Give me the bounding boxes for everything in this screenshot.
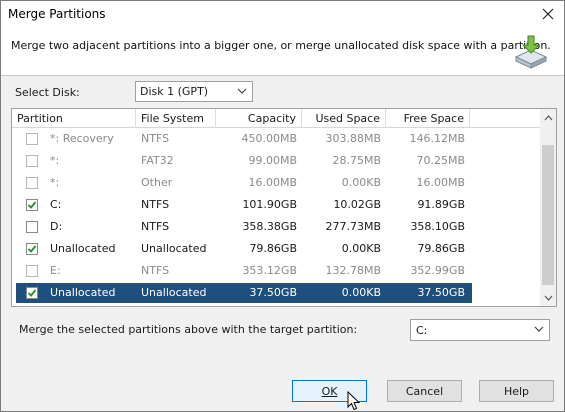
scroll-down-button[interactable] — [540, 289, 556, 306]
merge-partitions-dialog: Merge Partitions Merge two adjacent part… — [0, 0, 565, 412]
column-header-partition[interactable]: Partition — [12, 109, 136, 128]
row-checkbox — [26, 265, 38, 277]
chevron-down-icon — [237, 88, 247, 94]
table-header: Partition File System Capacity Used Spac… — [12, 109, 541, 128]
dialog-header: Merge two adjacent partitions into a big… — [1, 28, 564, 76]
scroll-up-button[interactable] — [540, 109, 556, 126]
used-space-cell: 277.73MB — [325, 220, 381, 233]
help-button[interactable]: Help — [479, 380, 554, 402]
check-icon — [27, 289, 37, 297]
partition-table: Partition File System Capacity Used Spac… — [11, 108, 557, 307]
vertical-scrollbar[interactable] — [540, 109, 556, 306]
column-header-used-space[interactable]: Used Space — [302, 109, 386, 128]
free-space-cell: 358.10GB — [410, 220, 465, 233]
used-space-cell: 132.78MB — [325, 264, 381, 277]
used-space-cell: 0.00KB — [341, 242, 381, 255]
dialog-description: Merge two adjacent partitions into a big… — [11, 39, 551, 52]
title-bar: Merge Partitions — [1, 1, 564, 28]
scroll-down-icon — [544, 295, 552, 301]
free-space-cell: 352.99GB — [410, 264, 465, 277]
capacity-cell: 99.00MB — [248, 154, 297, 167]
file-system-cell: NTFS — [141, 132, 170, 145]
row-checkbox[interactable] — [26, 287, 38, 299]
partition-name-cell: E: — [50, 264, 61, 277]
help-button-label: Help — [503, 384, 530, 398]
file-system-cell: Unallocated — [141, 286, 207, 299]
row-checkbox — [26, 155, 38, 167]
free-space-cell: 70.25MB — [416, 154, 465, 167]
row-checkbox[interactable] — [26, 199, 38, 211]
partition-name-cell: *: — [50, 176, 60, 189]
used-space-cell: 303.88MB — [325, 132, 381, 145]
free-space-cell: 16.00MB — [416, 176, 465, 189]
row-checkbox[interactable] — [26, 243, 38, 255]
free-space-cell: 146.12MB — [409, 132, 465, 145]
cancel-button[interactable]: Cancel — [387, 380, 462, 402]
file-system-cell: Other — [141, 176, 173, 189]
ok-button-label: OK — [321, 384, 338, 398]
used-space-cell: 10.02GB — [333, 198, 381, 211]
row-checkbox — [26, 133, 38, 145]
target-partition-value: C: — [416, 323, 428, 337]
row-checkbox[interactable] — [26, 221, 38, 233]
table-row[interactable]: *: FAT32 99.00MB 28.75MB 70.25MB — [12, 150, 541, 172]
partition-name-cell: Unallocated — [50, 242, 116, 255]
partition-name-cell: *: — [50, 154, 60, 167]
table-row[interactable]: C: NTFS 101.90GB 10.02GB 91.89GB — [12, 194, 541, 216]
disk-select[interactable]: Disk 1 (GPT) — [135, 81, 253, 102]
capacity-cell: 37.50GB — [249, 286, 297, 299]
partition-name-cell: C: — [50, 198, 62, 211]
capacity-cell: 358.38GB — [242, 220, 297, 233]
table-row[interactable]: Unallocated Unallocated 37.50GB 0.00KB 37.50… — [12, 282, 541, 304]
file-system-cell: NTFS — [141, 198, 170, 211]
chevron-down-icon — [534, 326, 544, 332]
file-system-cell: NTFS — [141, 264, 170, 277]
scroll-up-icon — [544, 114, 552, 120]
scrollbar-thumb[interactable] — [542, 145, 554, 285]
merge-disk-icon — [514, 35, 548, 69]
file-system-cell: NTFS — [141, 220, 170, 233]
capacity-cell: 353.12GB — [242, 264, 297, 277]
capacity-cell: 450.00MB — [241, 132, 297, 145]
used-space-cell: 0.00KB — [341, 286, 381, 299]
used-space-cell: 28.75MB — [332, 154, 381, 167]
free-space-cell: 79.86GB — [417, 242, 465, 255]
column-header-capacity[interactable]: Capacity — [216, 109, 302, 128]
partition-name-cell: D: — [50, 220, 63, 233]
window-title: Merge Partitions — [8, 7, 106, 21]
select-disk-label: Select Disk: — [15, 86, 80, 99]
cancel-button-label: Cancel — [405, 384, 444, 398]
check-icon — [27, 245, 37, 253]
capacity-cell: 16.00MB — [248, 176, 297, 189]
table-row[interactable]: E: NTFS 353.12GB 132.78MB 352.99GB — [12, 260, 541, 282]
check-icon — [27, 201, 37, 209]
row-checkbox — [26, 177, 38, 189]
column-header-file-system[interactable]: File System — [136, 109, 216, 128]
free-space-cell: 37.50GB — [417, 286, 465, 299]
file-system-cell: Unallocated — [141, 242, 207, 255]
table-row[interactable]: *: Recovery NTFS 450.00MB 303.88MB 146.12MB — [12, 128, 541, 150]
close-button[interactable] — [536, 3, 560, 25]
merge-target-label: Merge the selected partitions above with… — [19, 323, 358, 336]
mouse-cursor-icon — [347, 391, 360, 411]
file-system-cell: FAT32 — [141, 154, 174, 167]
close-icon — [542, 8, 554, 20]
disk-select-value: Disk 1 (GPT) — [140, 85, 209, 98]
capacity-cell: 101.90GB — [242, 198, 297, 211]
table-row[interactable]: Unallocated Unallocated 79.86GB 0.00KB 79.86… — [12, 238, 541, 260]
target-partition-select[interactable]: C: — [410, 319, 550, 341]
partition-name-cell: Unallocated — [50, 286, 116, 299]
free-space-cell: 91.89GB — [417, 198, 465, 211]
table-row[interactable]: D: NTFS 358.38GB 277.73MB 358.10GB — [12, 216, 541, 238]
partition-name-cell: *: Recovery — [50, 132, 114, 145]
column-header-free-space[interactable]: Free Space — [386, 109, 470, 128]
used-space-cell: 0.00KB — [341, 176, 381, 189]
table-row[interactable]: *: Other 16.00MB 0.00KB 16.00MB — [12, 172, 541, 194]
capacity-cell: 79.86GB — [249, 242, 297, 255]
